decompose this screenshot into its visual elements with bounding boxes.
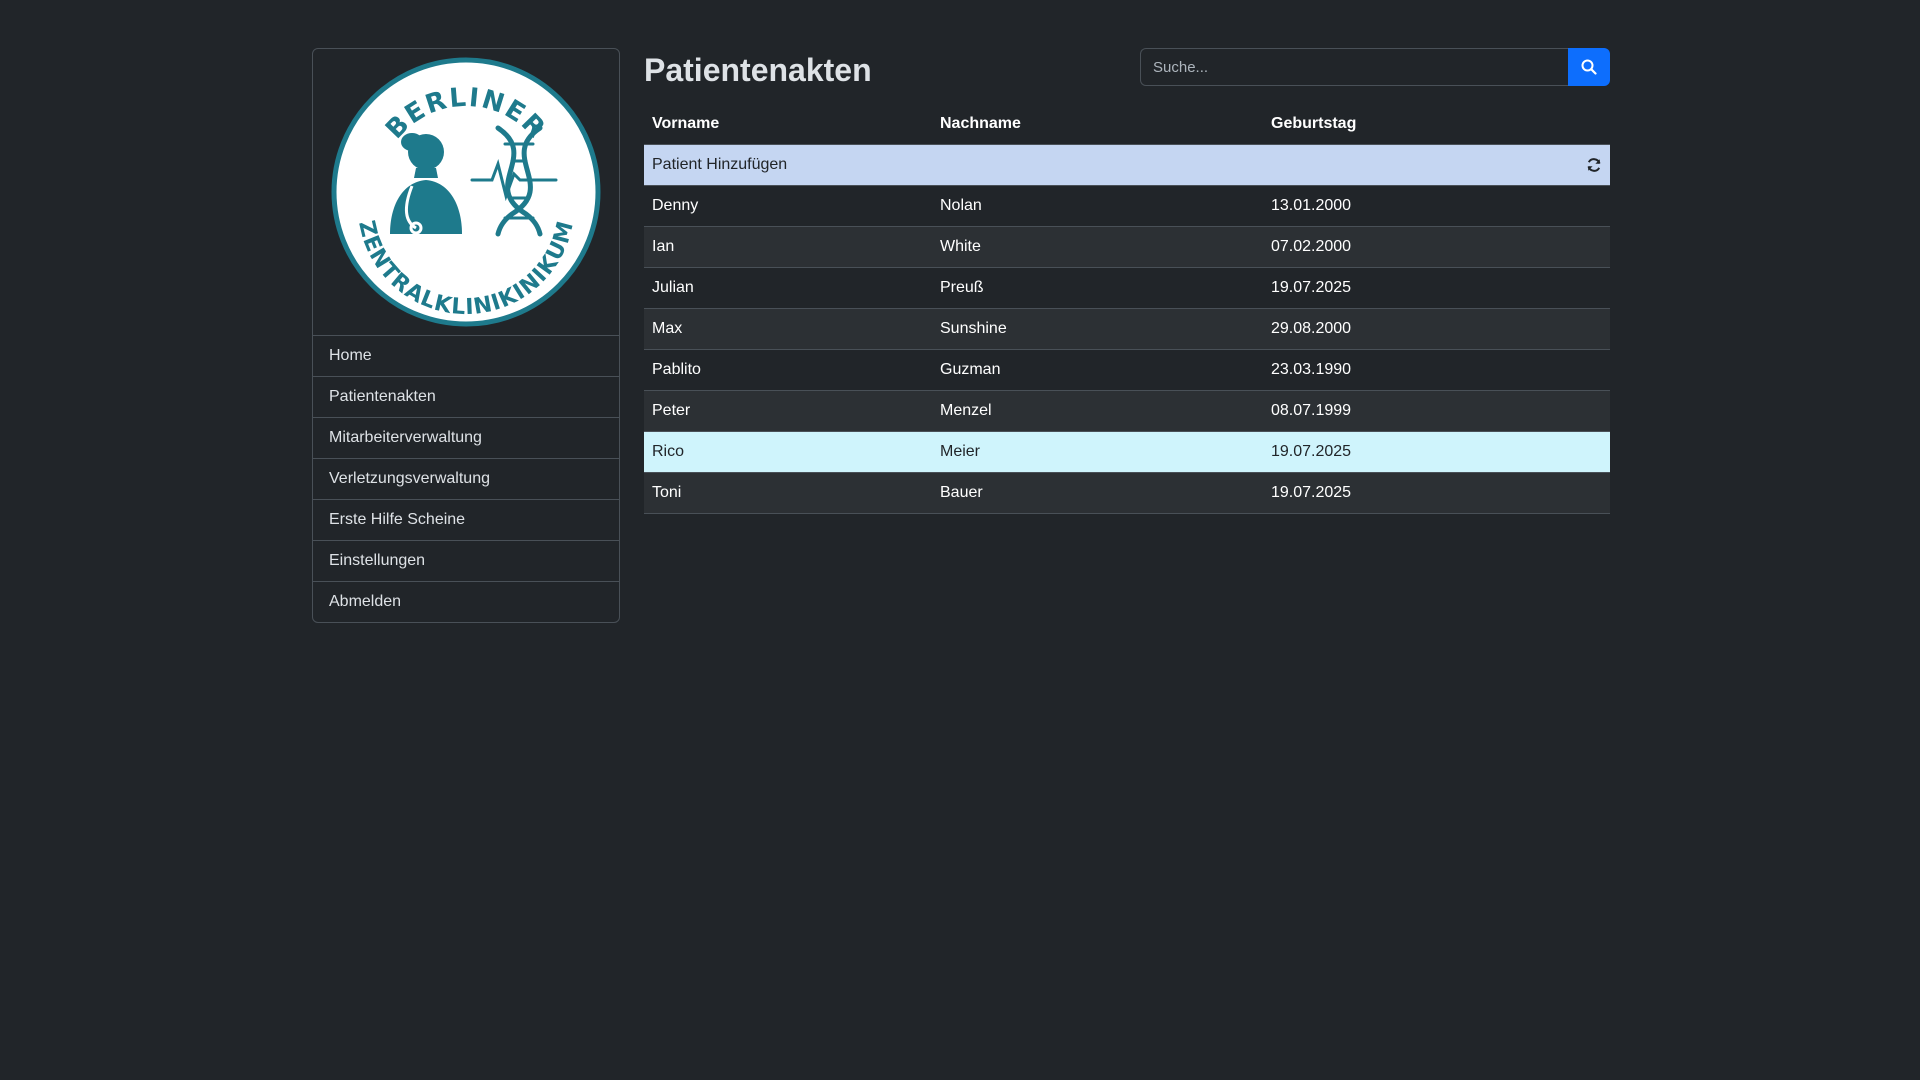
cell-vorname: Denny [644,185,932,227]
sidebar: BERLINER ZENTRALKLINIKINIKUM Home Patien… [312,48,620,623]
table-header-row: Vorname Nachname Geburtstag [644,104,1610,145]
cell-geburtstag: 23.03.1990 [1263,349,1610,391]
table-row[interactable]: Pablito Guzman 23.03.1990 [644,349,1610,391]
cell-vorname: Toni [644,472,932,514]
cell-nachname: Preuß [932,267,1263,309]
refresh-cell [1263,144,1610,186]
cell-vorname: Rico [644,431,932,473]
sidebar-item-verletzungsverwaltung[interactable]: Verletzungsverwaltung [313,459,619,500]
cell-geburtstag: 29.08.2000 [1263,308,1610,350]
patients-table: Vorname Nachname Geburtstag Patient Hinz… [644,104,1610,514]
sidebar-item-erste-hilfe-scheine[interactable]: Erste Hilfe Scheine [313,500,619,541]
table-row[interactable]: Ian White 07.02.2000 [644,226,1610,268]
sidebar-item-home[interactable]: Home [313,336,619,377]
cell-vorname: Pablito [644,349,932,391]
table-row[interactable]: Julian Preuß 19.07.2025 [644,267,1610,309]
header-row: Patientenakten [644,48,1610,104]
cell-nachname: Sunshine [932,308,1263,350]
search-icon [1581,59,1597,75]
sidebar-item-mitarbeiterverwaltung[interactable]: Mitarbeiterverwaltung [313,418,619,459]
search-group [1140,48,1610,86]
cell-vorname: Ian [644,226,932,268]
sidebar-nav: Home Patientenakten Mitarbeiterverwaltun… [313,336,619,622]
main-content: Patientenakten Vorname Nachname Geburtst… [644,48,1610,514]
search-button[interactable] [1568,48,1610,86]
table-row[interactable]: Toni Bauer 19.07.2025 [644,472,1610,514]
cell-geburtstag: 19.07.2025 [1263,472,1610,514]
add-patient-button[interactable]: Patient Hinzufügen [644,144,1263,186]
header-vorname[interactable]: Vorname [644,104,932,145]
cell-geburtstag: 19.07.2025 [1263,267,1610,309]
cell-geburtstag: 08.07.1999 [1263,390,1610,432]
cell-nachname: Menzel [932,390,1263,432]
cell-nachname: White [932,226,1263,268]
sidebar-item-patientenakten[interactable]: Patientenakten [313,377,619,418]
cell-geburtstag: 13.01.2000 [1263,185,1610,227]
logo-container: BERLINER ZENTRALKLINIKINIKUM [313,49,619,336]
header-nachname[interactable]: Nachname [932,104,1263,145]
search-input[interactable] [1140,48,1568,86]
cell-nachname: Guzman [932,349,1263,391]
clinic-logo: BERLINER ZENTRALKLINIKINIKUM [331,57,601,327]
page-title: Patientenakten [644,52,872,88]
cell-vorname: Peter [644,390,932,432]
refresh-icon[interactable] [1586,157,1602,173]
cell-nachname: Nolan [932,185,1263,227]
page-layout: BERLINER ZENTRALKLINIKINIKUM Home Patien… [312,48,1610,623]
add-patient-row[interactable]: Patient Hinzufügen [644,144,1610,186]
table-row[interactable]: Max Sunshine 29.08.2000 [644,308,1610,350]
sidebar-item-abmelden[interactable]: Abmelden [313,582,619,622]
cell-nachname: Meier [932,431,1263,473]
table-row[interactable]: Peter Menzel 08.07.1999 [644,390,1610,432]
cell-vorname: Max [644,308,932,350]
cell-geburtstag: 19.07.2025 [1263,431,1610,473]
table-row[interactable]: Denny Nolan 13.01.2000 [644,185,1610,227]
cell-nachname: Bauer [932,472,1263,514]
header-geburtstag[interactable]: Geburtstag [1263,104,1610,145]
table-row-selected[interactable]: Rico Meier 19.07.2025 [644,431,1610,473]
cell-vorname: Julian [644,267,932,309]
cell-geburtstag: 07.02.2000 [1263,226,1610,268]
sidebar-item-einstellungen[interactable]: Einstellungen [313,541,619,582]
